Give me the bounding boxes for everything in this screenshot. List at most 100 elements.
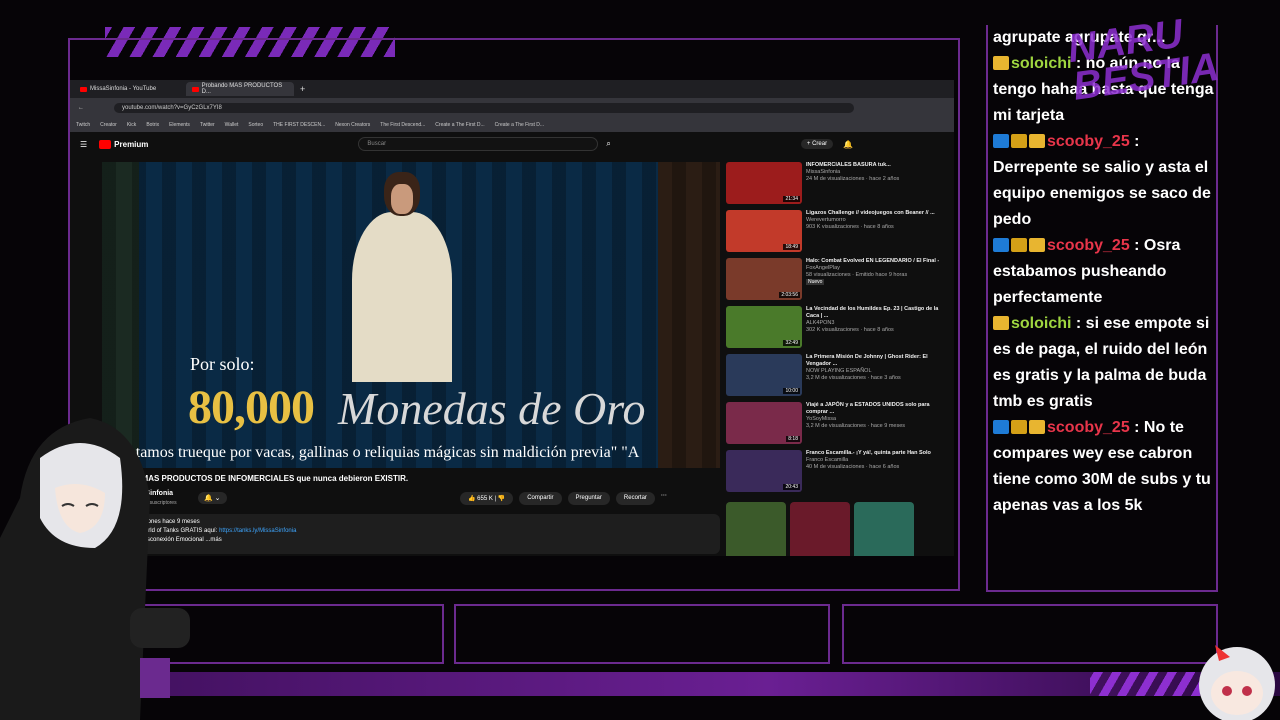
video-info: INFOMERCIALES BASURA tuk... MissaSinfonia… — [806, 162, 899, 210]
youtube-icon — [99, 139, 112, 149]
video-info: La Primera Misión De Johnny | Ghost Ride… — [806, 354, 946, 402]
video-thumbnail[interactable]: 10:00 — [726, 354, 802, 396]
crown-badge-icon — [1029, 238, 1045, 252]
decor-stripes — [1090, 672, 1200, 696]
video-meta: 3,2 M de visualizaciones · hace 3 años — [806, 375, 901, 381]
search-input[interactable]: Buscar — [358, 137, 599, 151]
short-thumbnail[interactable] — [726, 502, 786, 556]
video-meta: 903 K visualizaciones · hace 8 años — [806, 224, 894, 230]
video-duration: 32:49 — [783, 340, 800, 346]
overlay-box — [454, 604, 830, 664]
bookmark-item[interactable]: Elements — [169, 122, 190, 128]
recommended-video[interactable]: 18:49 Ligazos Challenge // videojuegos co… — [726, 210, 946, 258]
bookmark-item[interactable]: Sorteo — [248, 122, 263, 128]
video-actions: 👍 655 K | 👎 Compartir Preguntar Recortar… — [460, 492, 667, 505]
youtube-logo[interactable]: Premium — [99, 139, 149, 149]
video-channel: MissaSinfonia — [806, 169, 841, 175]
gold-badge-icon — [1011, 238, 1027, 252]
clip-button[interactable]: Recortar — [615, 492, 655, 505]
chat-username: soloichi — [1011, 315, 1076, 332]
video-duration: 18:49 — [783, 244, 800, 250]
video-title: La Vecindad de los Humildes Ep. 23 | Cas… — [806, 306, 939, 319]
video-info: Ligazos Challenge // videojuegos con Bea… — [806, 210, 935, 258]
bookmark-item[interactable]: Botrix — [146, 122, 159, 128]
more-icon[interactable]: ⋯ — [661, 492, 667, 505]
recommended-video[interactable]: 21:34 INFOMERCIALES BASURA tuk... MissaSin… — [726, 162, 946, 210]
video-thumbnail[interactable]: 20:43 — [726, 450, 802, 492]
recommended-video[interactable]: 10:00 La Primera Misión De Johnny | Ghost… — [726, 354, 946, 402]
chat-username: scooby_25 — [1047, 133, 1135, 150]
video-info: Franco Escamilla.- ¡Y yá!, quinta parte … — [806, 450, 931, 498]
mascot-avatar — [1199, 645, 1275, 720]
like-button[interactable]: 👍 655 K | 👎 — [460, 492, 514, 505]
back-icon[interactable]: ← — [78, 105, 84, 111]
video-title: Franco Escamilla.- ¡Y yá!, quinta parte … — [806, 450, 931, 456]
video-title: Viajé a JAPÓN y a ESTADOS UNIDOS solo pa… — [806, 402, 930, 415]
logo-text: Premium — [114, 139, 149, 149]
video-channel: ALK4PON3 — [806, 320, 835, 326]
video-meta: 58 visualizaciones · Emitido hace 9 hora… — [806, 272, 908, 278]
like-count: 655 K — [477, 496, 493, 502]
bookmarks-bar: Twitch Creator Kick Botrix Elements Twitter Wa… — [70, 118, 954, 132]
bookmark-item[interactable]: Twitch — [76, 122, 90, 128]
recommendations: 21:34 INFOMERCIALES BASURA tuk... MissaSin… — [726, 162, 946, 556]
vtuber-avatar — [0, 418, 190, 720]
video-meta: 40 M de visualizaciones · hace 6 años — [806, 464, 900, 470]
chat-username: scooby_25 — [1047, 237, 1135, 254]
video-duration: 8:18 — [786, 436, 800, 442]
recommended-video[interactable]: 20:43 Franco Escamilla.- ¡Y yá!, quinta p… — [726, 450, 946, 498]
browser-window: MissaSinfonia - YouTube Probando MAS PRO… — [70, 80, 954, 556]
bookmark-item[interactable]: Create a The First D... — [435, 122, 484, 128]
menu-icon[interactable]: ☰ — [80, 140, 87, 149]
presenter-face — [391, 184, 413, 214]
blue-badge-icon — [993, 134, 1009, 148]
overlay-box — [842, 604, 1218, 664]
chat-message: scooby_25 : No te compares wey ese cabro… — [993, 415, 1221, 519]
bookmark-item[interactable]: Twitter — [200, 122, 215, 128]
overlay-price: 80,000 — [188, 381, 315, 434]
bookmark-item[interactable]: Kick — [127, 122, 136, 128]
video-thumbnail[interactable]: 32:49 — [726, 306, 802, 348]
create-button[interactable]: + Crear — [800, 139, 834, 149]
tab-label: Probando MAS PRODUCTOS D... — [201, 83, 283, 95]
description-link[interactable]: https://tanks.ly/MissaSinfonia — [219, 528, 296, 534]
crown-badge-icon — [1029, 134, 1045, 148]
video-meta: 302 K visualizaciones · hace 8 años — [806, 327, 894, 333]
tab-missasinfonia[interactable]: MissaSinfonia - YouTube — [74, 82, 182, 96]
tab-video[interactable]: Probando MAS PRODUCTOS D... — [186, 82, 294, 96]
bookmark-item[interactable]: Wallet — [225, 122, 239, 128]
bookmark-item[interactable]: Create a The First D... — [495, 122, 544, 128]
overlay-currency: Monedas de Oro — [338, 383, 646, 434]
bookmark-item[interactable]: Nexon Creators — [335, 122, 370, 128]
bookmark-item[interactable]: Creator — [100, 122, 117, 128]
overlay-text: Por solo: — [190, 354, 255, 374]
chat-message: scooby_25 : Osra estabamos pusheando per… — [993, 233, 1221, 311]
recommended-video[interactable]: 2:03:56 Halo: Combat Evolved EN LEGENDARI… — [726, 258, 946, 306]
new-tab-button[interactable]: + — [300, 84, 305, 94]
ask-button[interactable]: Preguntar — [567, 492, 610, 505]
video-channel: YoSoyMissa — [806, 416, 837, 422]
subscribe-bell-button[interactable]: 🔔 ⌄ — [198, 492, 227, 504]
chat-username: scooby_25 — [1047, 419, 1135, 436]
notifications-icon[interactable]: 🔔 — [843, 140, 853, 149]
video-info: La Vecindad de los Humildes Ep. 23 | Cas… — [806, 306, 946, 354]
video-thumbnail[interactable]: 8:18 — [726, 402, 802, 444]
share-button[interactable]: Compartir — [519, 492, 562, 505]
video-meta: 3,2 M de visualizaciones · hace 9 meses — [806, 423, 906, 429]
search-icon[interactable]: ⌕ — [606, 139, 610, 149]
video-info: Halo: Combat Evolved EN LEGENDARIO / El … — [806, 258, 939, 306]
bookmark-item[interactable]: The First Descend... — [380, 122, 425, 128]
recommended-video[interactable]: 8:18 Viajé a JAPÓN y a ESTADOS UNIDOS sol… — [726, 402, 946, 450]
url-field[interactable]: youtube.com/watch?v=GyCzGLx7YI8 — [114, 103, 854, 113]
video-title: Halo: Combat Evolved EN LEGENDARIO / El … — [806, 258, 940, 264]
video-info: Viajé a JAPÓN y a ESTADOS UNIDOS solo pa… — [806, 402, 946, 450]
video-thumbnail[interactable]: 21:34 — [726, 162, 802, 204]
recommended-video[interactable]: 32:49 La Vecindad de los Humildes Ep. 23 … — [726, 306, 946, 354]
short-thumbnail[interactable] — [790, 502, 850, 556]
description-line: ...re Save Desconexión Emocional ...más — [112, 537, 222, 543]
video-thumbnail[interactable]: 18:49 — [726, 210, 802, 252]
bookmark-item[interactable]: THE FIRST DESCEN... — [273, 122, 325, 128]
description-views: de visualizaciones hace 9 meses — [112, 519, 200, 525]
video-thumbnail[interactable]: 2:03:56 — [726, 258, 802, 300]
short-thumbnail[interactable] — [854, 502, 914, 556]
